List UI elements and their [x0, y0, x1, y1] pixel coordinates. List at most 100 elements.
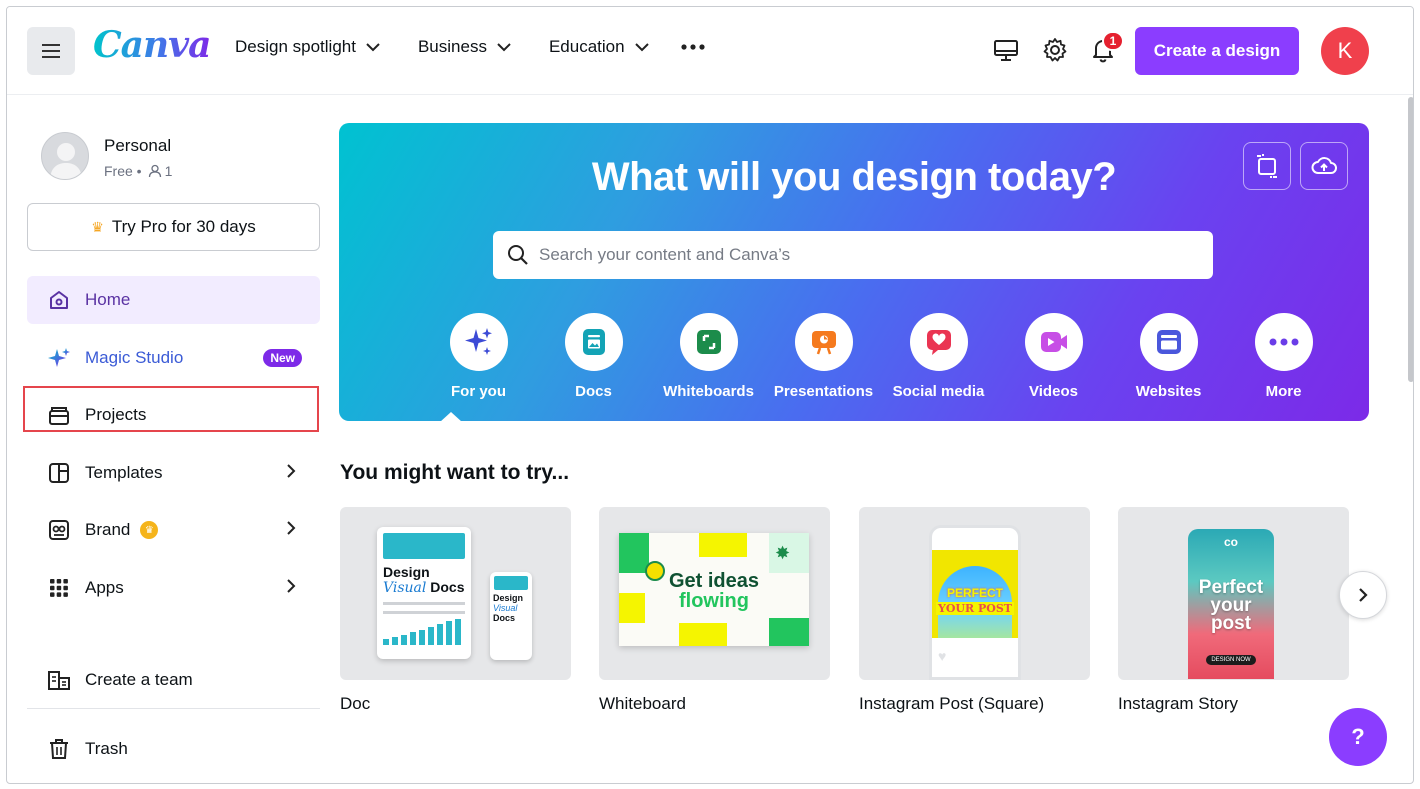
category-icon-circle [449, 313, 508, 371]
whiteboard-sticky [769, 618, 809, 646]
story-headline: Perfect your post [1188, 578, 1274, 634]
sidebar-item-label: Magic Studio [85, 348, 184, 367]
card-thumbnail: Get ideas flowing ✸ [599, 507, 830, 680]
hero-banner: What will you design today? For you Docs [339, 123, 1369, 421]
try-pro-button[interactable]: ♛ Try Pro for 30 days [27, 203, 320, 251]
category-social-media[interactable]: Social media [881, 313, 996, 400]
sidebar-item-brand[interactable]: Brand ♛ [27, 506, 320, 554]
nav-business[interactable]: Business [418, 37, 511, 57]
sidebar-item-projects[interactable]: Projects [27, 391, 320, 439]
category-label: For you [451, 383, 506, 400]
person-silhouette-icon [50, 143, 82, 179]
category-icon-circle [564, 313, 623, 371]
menu-button[interactable] [27, 27, 75, 75]
sidebar-item-label: Templates [85, 463, 163, 482]
category-presentations[interactable]: Presentations [766, 313, 881, 400]
sidebar-item-templates[interactable]: Templates [27, 449, 320, 497]
chevron-right-icon [287, 521, 296, 535]
doc-tablet-mockup: Design Visual Docs [377, 527, 471, 659]
pro-crown-icon: ♛ [140, 521, 159, 539]
team-building-icon [47, 668, 71, 692]
category-websites[interactable]: Websites [1111, 313, 1226, 400]
category-more[interactable]: More [1226, 313, 1341, 400]
category-videos[interactable]: Videos [996, 313, 1111, 400]
create-design-button[interactable]: Create a design [1135, 27, 1299, 75]
category-icon-circle [679, 313, 738, 371]
card-label: Whiteboard [599, 694, 686, 713]
sidebar-item-create-team[interactable]: Create a team [27, 656, 320, 704]
post-thumb-text-2: YOUR POST [936, 602, 1014, 615]
page-scrollbar[interactable] [1408, 97, 1413, 382]
profile-subtitle: Free • 1 [104, 163, 172, 179]
carousel-next-button[interactable] [1339, 571, 1387, 619]
upload-button[interactable] [1300, 142, 1348, 190]
card-instagram-story[interactable]: co Perfect your post DESIGN NOW Instagra… [1118, 507, 1349, 714]
sidebar-item-label: Apps [85, 578, 124, 597]
nav-label: Business [417, 37, 487, 56]
card-thumbnail: co Perfect your post DESIGN NOW [1118, 507, 1349, 680]
star-icon: ✸ [775, 543, 791, 563]
card-label: Doc [340, 694, 371, 713]
whiteboard-icon [696, 330, 721, 354]
nav-label: Design spotlight [235, 37, 356, 56]
card-doc[interactable]: Design Visual Docs Design Visual Docs Doc [340, 507, 571, 714]
apps-grid-icon [47, 576, 71, 600]
chevron-right-icon [287, 579, 296, 593]
category-for-you[interactable]: For you [421, 313, 536, 400]
category-label: Videos [1029, 383, 1078, 400]
doc-phone-header [494, 576, 528, 590]
sidebar-item-label: Trash [85, 739, 128, 758]
search-bar[interactable] [493, 231, 1213, 279]
card-whiteboard[interactable]: Get ideas flowing ✸ Whiteboard [599, 507, 830, 714]
sidebar-item-trash[interactable]: Trash [27, 725, 320, 773]
category-label: Presentations [773, 383, 874, 400]
settings-button[interactable] [1040, 35, 1070, 65]
search-icon [508, 245, 528, 265]
sidebar-item-apps[interactable]: Apps [27, 564, 320, 612]
chevron-down-icon [497, 42, 511, 51]
help-button[interactable]: ? [1329, 708, 1387, 766]
doc-thumb-text-2: Visual [383, 580, 427, 596]
card-instagram-post[interactable]: PERFECT YOUR POST ♥ Instagram Post (Squa… [859, 507, 1090, 714]
profile-plan: Free • [104, 163, 142, 179]
category-icon-circle [909, 313, 968, 371]
story-mockup: co Perfect your post DESIGN NOW [1188, 529, 1274, 679]
app-window: Canva Design spotlight Business Educatio… [6, 6, 1414, 784]
canva-logo[interactable]: Canva [93, 24, 211, 66]
like-icon: ♥ [938, 648, 947, 664]
whiteboard-thumb-text-1: Get ideas [668, 570, 760, 592]
category-docs[interactable]: Docs [536, 313, 651, 400]
hero-title: What will you design today? [591, 155, 1117, 199]
member-icon [148, 164, 161, 178]
monitor-icon [994, 40, 1018, 61]
story-thumb-text-3: post [1210, 613, 1252, 634]
account-avatar[interactable]: K [1321, 27, 1369, 75]
template-icon [47, 461, 71, 485]
category-whiteboards[interactable]: Whiteboards [651, 313, 766, 400]
card-thumbnail: PERFECT YOUR POST ♥ [859, 507, 1090, 680]
sidebar-item-magic-studio[interactable]: Magic Studio New [27, 334, 320, 382]
sidebar-item-home[interactable]: Home [27, 276, 320, 324]
search-input[interactable] [539, 245, 1179, 265]
custom-size-button[interactable] [1243, 142, 1291, 190]
nav-education[interactable]: Education [549, 37, 649, 57]
sidebar-item-label: Home [85, 290, 131, 309]
doc-thumb-text-3: Docs [430, 579, 465, 595]
sidebar-item-label: Brand [85, 520, 131, 539]
category-label: Whiteboards [663, 383, 754, 400]
sidebar: Personal Free • 1 ♛ Try Pro for 30 days … [7, 96, 337, 783]
try-pro-label: Try Pro for 30 days [111, 217, 256, 236]
video-icon [1040, 332, 1067, 352]
desktop-app-button[interactable] [991, 35, 1021, 65]
sidebar-item-label: Create a team [85, 670, 193, 689]
whiteboard-sticky [699, 533, 747, 557]
new-badge: New [263, 349, 302, 367]
next-section-banner-edge [347, 783, 1367, 784]
doc-text-line [383, 602, 465, 605]
category-icon-circle [1024, 313, 1083, 371]
profile-avatar[interactable] [41, 132, 89, 180]
nav-design-spotlight[interactable]: Design spotlight [235, 37, 380, 57]
whiteboard-mockup: Get ideas flowing ✸ [619, 533, 809, 646]
nav-more-button[interactable] [680, 44, 705, 50]
sidebar-item-label: Projects [85, 405, 147, 424]
